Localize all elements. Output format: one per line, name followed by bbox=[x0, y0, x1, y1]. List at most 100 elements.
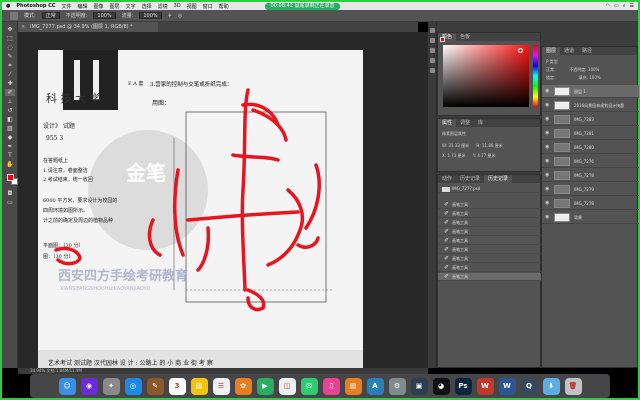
tab-history[interactable]: 历史记录 bbox=[484, 175, 513, 183]
properties-panel-icon[interactable] bbox=[430, 38, 435, 43]
stamp-tool-icon[interactable]: ⊥ bbox=[5, 98, 15, 105]
menu-type[interactable]: 文字 bbox=[126, 3, 136, 10]
hue-slider[interactable] bbox=[533, 45, 538, 107]
launchpad-dock-icon[interactable]: ✦ bbox=[102, 377, 120, 395]
layer-row[interactable]: ◉ 2016风景园林规划设计快题 bbox=[542, 99, 639, 112]
text-tool-icon[interactable]: T bbox=[5, 152, 15, 159]
ibooks-dock-icon[interactable]: ◫ bbox=[278, 377, 296, 395]
paragraph-panel-icon[interactable] bbox=[430, 58, 435, 63]
prop-x[interactable]: X: 1.73 厘米 bbox=[442, 153, 466, 159]
eye-icon[interactable]: ◉ bbox=[545, 127, 549, 140]
history-item-current[interactable]: ✐ 画笔工具 bbox=[438, 273, 542, 281]
menu-help[interactable]: 帮助 bbox=[219, 3, 229, 10]
eye-icon[interactable]: ◉ bbox=[545, 169, 549, 182]
quick-select-tool-icon[interactable]: ✎ bbox=[5, 53, 15, 60]
downloads-dock-icon[interactable]: ⬇ bbox=[542, 377, 560, 395]
screenshot-dock-icon[interactable]: ▣ bbox=[410, 377, 428, 395]
recording-indicator[interactable]: 00:08:42 鼠尾录制正在录音 bbox=[265, 3, 340, 10]
tab-actions[interactable]: 动作 bbox=[438, 175, 456, 183]
wifi-icon[interactable]: ◠ bbox=[606, 3, 610, 9]
facetime-dock-icon[interactable]: ▶ bbox=[256, 377, 274, 395]
airbrush-icon[interactable]: ✈ bbox=[168, 13, 172, 19]
menu-list-icon[interactable]: ☰ bbox=[630, 3, 634, 9]
canvas-area[interactable]: 金笔 E A 套 科 技 大 学 设计》 试题 955 3 在答题纸上 1.请注… bbox=[18, 32, 428, 368]
safari-dock-icon[interactable]: ◎ bbox=[124, 377, 142, 395]
history-item[interactable]: ✐ 画笔工具 bbox=[438, 237, 542, 245]
pen-tool-icon[interactable]: ✒ bbox=[5, 143, 15, 150]
layer-row[interactable]: ◉ IMG_7281 bbox=[542, 127, 639, 140]
eye-icon[interactable]: ◉ bbox=[545, 155, 549, 168]
history-panel-icon[interactable] bbox=[430, 28, 435, 33]
close-tab-icon[interactable]: × bbox=[21, 22, 25, 32]
finder-dock-icon[interactable]: ☺ bbox=[58, 377, 76, 395]
hand-tool-icon[interactable]: ✋ bbox=[5, 161, 15, 168]
history-item[interactable]: ✐ 画笔工具 bbox=[438, 201, 542, 209]
tab-channels[interactable]: 通道 bbox=[560, 47, 578, 55]
eye-icon[interactable]: ◉ bbox=[545, 141, 549, 154]
app-store-dock-icon[interactable]: A bbox=[366, 377, 384, 395]
wps-dock-icon[interactable]: W bbox=[476, 377, 494, 395]
gradient-tool-icon[interactable]: ▨ bbox=[5, 125, 15, 132]
itunes-dock-icon[interactable]: ♫ bbox=[322, 377, 340, 395]
history-item[interactable]: ✐ 画笔工具 bbox=[438, 264, 542, 272]
quicktime-dock-icon[interactable]: Q bbox=[520, 377, 538, 395]
photos-dock-icon[interactable]: ✿ bbox=[234, 377, 252, 395]
brush-panel-icon[interactable] bbox=[430, 68, 435, 73]
pressure-icon[interactable]: ◎ bbox=[178, 13, 182, 19]
eraser-tool-icon[interactable]: ◧ bbox=[5, 116, 15, 123]
layer-row[interactable]: ◉ IMG_7280 bbox=[542, 141, 639, 154]
tab-paths[interactable]: 路径 bbox=[578, 47, 596, 55]
marquee-tool-icon[interactable]: ⬚ bbox=[5, 35, 15, 42]
screen-mode-icon[interactable]: ▭ bbox=[5, 199, 15, 206]
layer-row[interactable]: ◉ 图层 1 bbox=[542, 85, 639, 98]
prop-height[interactable]: H: 11.86 厘米 bbox=[476, 143, 502, 149]
document-canvas[interactable]: 金笔 E A 套 科 技 大 学 设计》 试题 955 3 在答题纸上 1.请注… bbox=[38, 50, 363, 368]
flow-input[interactable]: 100% bbox=[139, 12, 162, 19]
messages-dock-icon[interactable]: ✉ bbox=[300, 377, 318, 395]
document-tab[interactable]: × IMG_7277.psd @ 34.9% (图层 1, RGB/8) * bbox=[18, 22, 158, 32]
photoshop-dock-icon[interactable]: Ps bbox=[454, 377, 472, 395]
prop-y[interactable]: Y: 4.77 厘米 bbox=[473, 153, 496, 159]
opacity-input[interactable]: 100% bbox=[93, 12, 116, 19]
history-snapshot[interactable]: IMG_7277.psd bbox=[438, 185, 542, 193]
tab-adjustments[interactable]: 调整 bbox=[456, 119, 474, 127]
color-panel-foreground-swatch[interactable] bbox=[440, 37, 445, 42]
brush-preset-icon[interactable] bbox=[10, 11, 18, 20]
apple-icon[interactable]: ● bbox=[6, 3, 10, 9]
menu-select[interactable]: 选择 bbox=[142, 3, 152, 10]
tab-properties[interactable]: 属性 bbox=[438, 119, 457, 127]
foreground-color-swatch[interactable] bbox=[7, 174, 14, 181]
mode-select[interactable]: 正常 bbox=[41, 12, 60, 19]
history-item[interactable]: ✐ 画笔工具 bbox=[438, 219, 542, 227]
battery-icon[interactable]: ▭ bbox=[614, 3, 619, 9]
stickies-dock-icon[interactable]: ▤ bbox=[190, 377, 208, 395]
layer-row[interactable]: ◉ IMG_7278 bbox=[542, 197, 639, 210]
system-preferences-dock-icon[interactable]: ⚙ bbox=[388, 377, 406, 395]
qq-dock-icon[interactable]: ◕ bbox=[432, 377, 450, 395]
menu-layer[interactable]: 图层 bbox=[110, 3, 120, 10]
layer-row[interactable]: ◉ IMG_7276 bbox=[542, 155, 639, 168]
tab-history-2[interactable]: 历史记录 bbox=[456, 175, 484, 183]
menu-image[interactable]: 图像 bbox=[94, 3, 104, 10]
blur-tool-icon[interactable]: ◆ bbox=[5, 134, 15, 141]
reminders-dock-icon[interactable]: ☰ bbox=[212, 377, 230, 395]
siri-dock-icon[interactable]: ◉ bbox=[80, 377, 98, 395]
color-picker-square[interactable] bbox=[443, 45, 529, 107]
word-dock-icon[interactable]: W bbox=[498, 377, 516, 395]
eye-icon[interactable]: ◉ bbox=[545, 211, 549, 224]
eye-icon[interactable]: ◉ bbox=[545, 85, 549, 98]
layer-row[interactable]: ◉ IMG_7279 bbox=[542, 183, 639, 196]
menu-edit[interactable]: 编辑 bbox=[78, 3, 88, 10]
layer-row[interactable]: ◉ IMG_7283 bbox=[542, 113, 639, 126]
crop-tool-icon[interactable]: ⌗ bbox=[5, 62, 15, 69]
history-item[interactable]: ✐ 画笔工具 bbox=[438, 228, 542, 236]
color-picker-handle[interactable] bbox=[518, 48, 523, 53]
quick-mask-icon[interactable]: ◘ bbox=[5, 190, 15, 197]
healing-tool-icon[interactable]: ✚ bbox=[5, 80, 15, 87]
layer-blend-mode[interactable]: 正常 bbox=[546, 67, 554, 72]
eye-icon[interactable]: ◉ bbox=[545, 183, 549, 196]
history-brush-icon[interactable]: ↺ bbox=[5, 107, 15, 114]
brush-tool-icon[interactable]: ✐ bbox=[5, 89, 15, 96]
layer-row[interactable]: ◉ 背景 bbox=[542, 211, 639, 224]
prop-width[interactable]: W: 31.33 厘米 bbox=[442, 143, 469, 149]
